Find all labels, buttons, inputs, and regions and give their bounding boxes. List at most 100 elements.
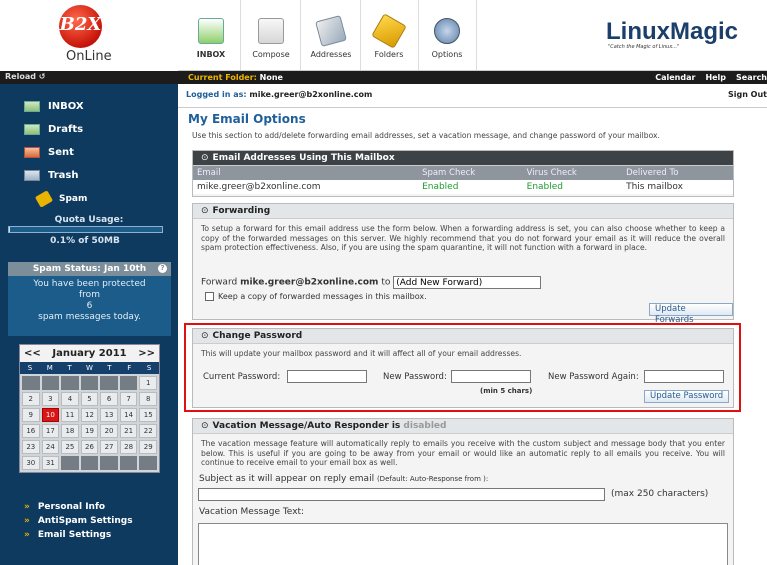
quota-label: Quota Usage:: [54, 215, 124, 225]
spam-check-cell: Enabled: [418, 180, 523, 194]
chevron-right-icon: »: [24, 530, 30, 540]
calendar-day[interactable]: 23: [22, 440, 40, 454]
calendar-day[interactable]: 10: [41, 408, 60, 422]
calendar-day[interactable]: 15: [139, 408, 157, 422]
spam-status-title: Spam Status: Jan 10th ?: [8, 262, 171, 276]
logo-subtitle: OnLine: [66, 49, 112, 64]
calendar-day[interactable]: 24: [41, 440, 60, 454]
calendar-day[interactable]: 13: [100, 408, 118, 422]
email-settings-link[interactable]: » Email Settings: [24, 530, 111, 540]
help-icon[interactable]: ?: [158, 264, 167, 273]
spam-status-text: You have been protected from 6 spam mess…: [8, 276, 171, 323]
sidebar-item-spam[interactable]: Spam: [34, 190, 187, 208]
calendar-day[interactable]: 28: [119, 440, 138, 454]
sidebar-item-sent[interactable]: Sent: [24, 143, 174, 161]
menu-bar: Current Folder: None Calendar Help Searc…: [178, 71, 767, 84]
calendar-next-button[interactable]: >>: [138, 348, 155, 359]
calendar-day[interactable]: 18: [61, 424, 79, 438]
vacation-message-textarea[interactable]: [198, 523, 728, 565]
calendar-day[interactable]: 11: [61, 408, 79, 422]
sidebar-item-label: INBOX: [48, 100, 84, 112]
calendar-day[interactable]: 30: [22, 456, 40, 470]
vacation-subject-input[interactable]: [198, 488, 605, 501]
calendar-day[interactable]: 25: [61, 440, 79, 454]
collapse-icon[interactable]: ⊙: [201, 421, 209, 431]
antispam-settings-link[interactable]: » AntiSpam Settings: [24, 516, 133, 526]
logged-in-user: mike.greer@b2xonline.com: [249, 90, 373, 99]
delivered-to-cell: This mailbox: [622, 180, 733, 194]
collapse-icon[interactable]: ⊙: [201, 153, 209, 163]
forward-address-input[interactable]: [393, 276, 542, 289]
calendar-day[interactable]: 6: [100, 392, 118, 406]
toolbar-compose-button[interactable]: Compose: [246, 4, 296, 66]
reload-link[interactable]: Reload ↺: [0, 71, 178, 84]
calendar-link[interactable]: Calendar: [655, 73, 695, 82]
keep-copy-checkbox[interactable]: [205, 292, 214, 301]
personal-info-link[interactable]: » Personal Info: [24, 502, 105, 512]
search-link[interactable]: Search: [736, 73, 767, 82]
help-link[interactable]: Help: [705, 73, 726, 82]
calendar-day[interactable]: 16: [22, 424, 40, 438]
calendar-day[interactable]: 21: [119, 424, 138, 438]
collapse-icon[interactable]: ⊙: [201, 206, 209, 216]
spam-status-line: You have been protected: [33, 279, 146, 289]
forwarding-description: To setup a forward for this email addres…: [201, 224, 725, 252]
sign-out-link[interactable]: Sign Out: [728, 90, 767, 99]
calendar-day[interactable]: 17: [41, 424, 60, 438]
calendar-day[interactable]: 22: [139, 424, 157, 438]
sidebar-item-label: Spam: [59, 194, 88, 204]
calendar-day[interactable]: 9: [22, 408, 40, 422]
keep-copy-label: Keep a copy of forwarded messages in thi…: [218, 292, 427, 301]
addresses-table: Email Spam Check Virus Check Delivered T…: [193, 166, 733, 194]
vacation-status: disabled: [403, 421, 447, 431]
calendar-day[interactable]: 3: [41, 392, 60, 406]
keep-copy-row: Keep a copy of forwarded messages in thi…: [205, 292, 427, 301]
calendar-empty-cell: [100, 456, 118, 470]
sidebar-item-drafts[interactable]: Drafts: [24, 120, 174, 138]
address-book-icon: [315, 15, 347, 47]
calendar-day[interactable]: 1: [139, 376, 157, 390]
calendar-header: << January 2011 >>: [20, 345, 159, 362]
calendar-day[interactable]: 12: [80, 408, 99, 422]
calendar-empty-cell: [80, 376, 99, 390]
addresses-panel-header: ⊙ Email Addresses Using This Mailbox: [193, 151, 733, 166]
gear-icon: [434, 18, 460, 44]
toolbar-addresses-button[interactable]: Addresses: [306, 4, 356, 66]
forward-to-label: to: [381, 277, 391, 288]
update-forwards-button[interactable]: Update Forwards: [649, 303, 733, 325]
calendar-day[interactable]: 20: [100, 424, 118, 438]
toolbar-folders-button[interactable]: Folders: [364, 4, 414, 66]
chevron-right-icon: »: [24, 516, 30, 526]
logged-in-label: Logged in as:: [186, 90, 247, 99]
calendar-day[interactable]: 27: [100, 440, 118, 454]
calendar-day[interactable]: 7: [119, 392, 138, 406]
calendar-day[interactable]: 4: [61, 392, 79, 406]
calendar-weekday: W: [86, 364, 93, 372]
calendar-day[interactable]: 2: [22, 392, 40, 406]
calendar-day[interactable]: 26: [80, 440, 99, 454]
calendar-empty-cell: [100, 376, 118, 390]
toolbar-options-button[interactable]: Options: [422, 4, 472, 66]
logo[interactable]: B2X OnLine: [0, 0, 178, 71]
toolbar: INBOX Compose Addresses Folders Options …: [178, 0, 767, 71]
calendar-day[interactable]: 19: [80, 424, 99, 438]
sidebar-item-inbox[interactable]: INBOX: [24, 97, 174, 115]
sidebar-item-trash[interactable]: Trash: [24, 166, 174, 184]
spam-status-box: Spam Status: Jan 10th ? You have been pr…: [8, 262, 171, 336]
calendar-day[interactable]: 14: [119, 408, 138, 422]
calendar-day[interactable]: 31: [41, 456, 60, 470]
trash-icon: [24, 169, 40, 181]
calendar: << January 2011 >> SMTWTFS 1 2 3 4 5 6 7 8 9 10 11…: [19, 344, 160, 473]
spam-status-count: 6: [86, 301, 93, 311]
sidebar-item-label: Sent: [48, 146, 74, 158]
current-folder: Current Folder: None: [188, 73, 283, 82]
calendar-day[interactable]: 8: [139, 392, 157, 406]
sidebar: B2X OnLine Reload ↺ INBOX Drafts Sent Tr…: [0, 0, 178, 565]
folders-icon: [371, 13, 407, 49]
calendar-day[interactable]: 29: [139, 440, 157, 454]
calendar-weekday: S: [27, 364, 33, 372]
spam-status-line: spam messages today.: [38, 312, 141, 322]
calendar-prev-button[interactable]: <<: [24, 348, 41, 359]
toolbar-inbox-button[interactable]: INBOX: [186, 4, 236, 66]
calendar-day[interactable]: 5: [80, 392, 99, 406]
